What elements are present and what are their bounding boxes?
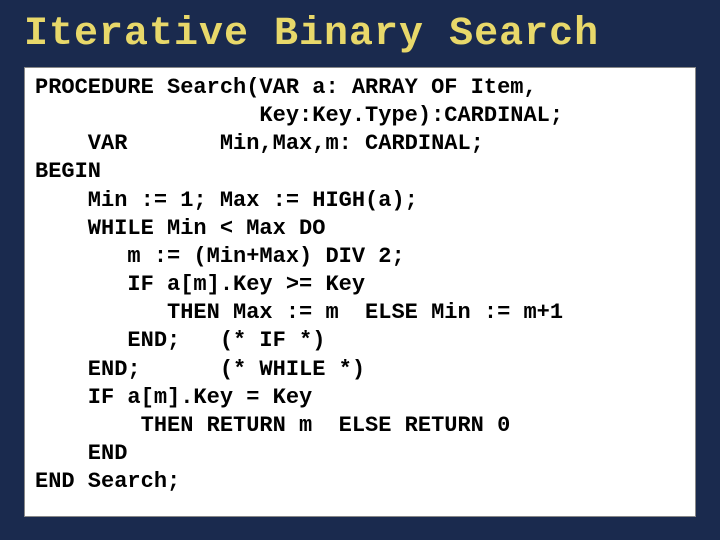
code-line: Min := 1; Max := HIGH(a);: [35, 188, 418, 213]
code-line: Key:Key.Type):CARDINAL;: [35, 103, 563, 128]
code-line: BEGIN: [35, 159, 101, 184]
code-box: PROCEDURE Search(VAR a: ARRAY OF Item, K…: [24, 67, 696, 517]
code-line: VAR Min,Max,m: CARDINAL;: [35, 131, 484, 156]
code-line: END Search;: [35, 469, 180, 494]
slide: Iterative Binary Search PROCEDURE Search…: [0, 0, 720, 540]
code-block: PROCEDURE Search(VAR a: ARRAY OF Item, K…: [35, 74, 685, 496]
code-line: END; (* WHILE *): [35, 357, 365, 382]
code-line: IF a[m].Key >= Key: [35, 272, 365, 297]
code-line: END: [35, 441, 127, 466]
code-line: m := (Min+Max) DIV 2;: [35, 244, 405, 269]
code-line: WHILE Min < Max DO: [35, 216, 325, 241]
code-line: THEN RETURN m ELSE RETURN 0: [35, 413, 510, 438]
code-line: IF a[m].Key = Key: [35, 385, 312, 410]
slide-title: Iterative Binary Search: [24, 12, 696, 57]
code-line: PROCEDURE Search(VAR a: ARRAY OF Item,: [35, 75, 537, 100]
code-line: END; (* IF *): [35, 328, 325, 353]
code-line: THEN Max := m ELSE Min := m+1: [35, 300, 563, 325]
